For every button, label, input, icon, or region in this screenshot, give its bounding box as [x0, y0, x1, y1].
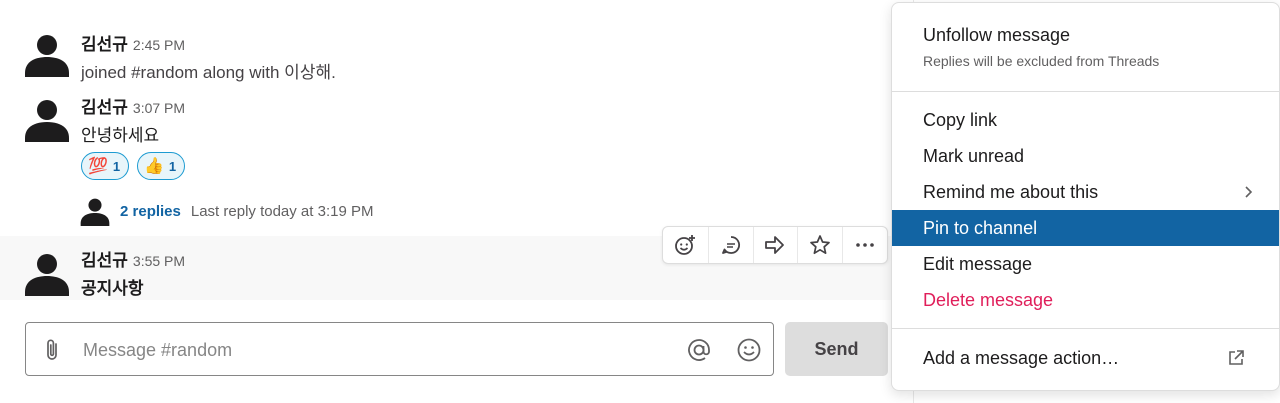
reaction-thumbsup[interactable]: 👍 1 — [137, 152, 186, 180]
message-text: 공지사항 — [81, 279, 144, 298]
menu-divider — [892, 91, 1279, 92]
menu-item-remind[interactable]: Remind me about this — [892, 174, 1279, 210]
menu-item-unfollow-description: Replies will be excluded from Threads — [923, 53, 1160, 69]
menu-item-pin-to-channel[interactable]: Pin to channel — [892, 210, 1279, 246]
avatar[interactable] — [24, 96, 70, 142]
menu-item-delete-message[interactable]: Delete message — [892, 282, 1279, 318]
thread-summary[interactable]: 2 replies Last reply today at 3:19 PM — [80, 196, 373, 226]
share-message-button[interactable] — [752, 227, 798, 263]
avatar[interactable] — [24, 31, 70, 77]
message-context-menu: Unfollow message Replies will be exclude… — [891, 2, 1280, 391]
reaction-count: 1 — [168, 158, 177, 174]
reaction-100[interactable]: 💯 1 — [81, 152, 130, 180]
timestamp[interactable]: 2:45 PM — [133, 37, 185, 53]
avatar[interactable] — [24, 250, 70, 296]
message-text: joined #random along with 이상해. — [81, 63, 336, 82]
emoji-picker-icon[interactable] — [736, 337, 762, 363]
more-actions-button[interactable] — [842, 227, 887, 263]
message-1[interactable]: 김선규 2:45 PM joined #random along with 이상해… — [0, 20, 913, 88]
author-name[interactable]: 김선규 3:55 PM — [81, 246, 185, 271]
menu-item-copy-link[interactable]: Copy link — [892, 102, 1279, 138]
add-reaction-icon — [675, 235, 696, 255]
menu-item-edit-message[interactable]: Edit message — [892, 246, 1279, 282]
message-actions-toolbar — [662, 226, 888, 264]
timestamp[interactable]: 3:55 PM — [133, 253, 185, 269]
hundred-points-emoji-icon: 💯 — [88, 158, 108, 175]
message-2[interactable]: 김선규 3:07 PM 안녕하세요 💯 1 👍 1 2 replies Last … — [0, 88, 913, 234]
message-text: 안녕하세요 — [81, 126, 160, 145]
more-actions-icon — [856, 243, 874, 247]
save-message-button[interactable] — [797, 227, 842, 263]
message-composer — [25, 322, 774, 376]
reply-avatar — [80, 198, 110, 226]
start-thread-icon — [721, 236, 740, 254]
message-input[interactable] — [81, 333, 645, 367]
replies-link[interactable]: 2 replies — [120, 203, 181, 220]
start-thread-button[interactable] — [707, 227, 753, 263]
author-name[interactable]: 김선규 2:45 PM — [81, 30, 185, 55]
timestamp[interactable]: 3:07 PM — [133, 100, 185, 116]
save-star-icon — [810, 235, 831, 255]
menu-item-mark-unread[interactable]: Mark unread — [892, 138, 1279, 174]
share-icon — [765, 236, 785, 254]
add-reaction-button[interactable] — [663, 227, 708, 263]
mention-at-icon[interactable] — [686, 337, 712, 363]
chevron-right-icon — [1245, 186, 1253, 198]
menu-item-add-message-action[interactable]: Add a message action… — [892, 340, 1279, 376]
last-reply-time: Last reply today at 3:19 PM — [190, 202, 374, 220]
author-name[interactable]: 김선규 3:07 PM — [81, 93, 185, 118]
paperclip-icon[interactable] — [40, 337, 64, 363]
thumbs-up-emoji-icon: 👍 — [144, 158, 164, 175]
menu-divider — [892, 328, 1279, 329]
reaction-count: 1 — [112, 158, 121, 174]
external-link-icon — [1229, 350, 1244, 365]
send-button[interactable]: Send — [785, 322, 888, 376]
